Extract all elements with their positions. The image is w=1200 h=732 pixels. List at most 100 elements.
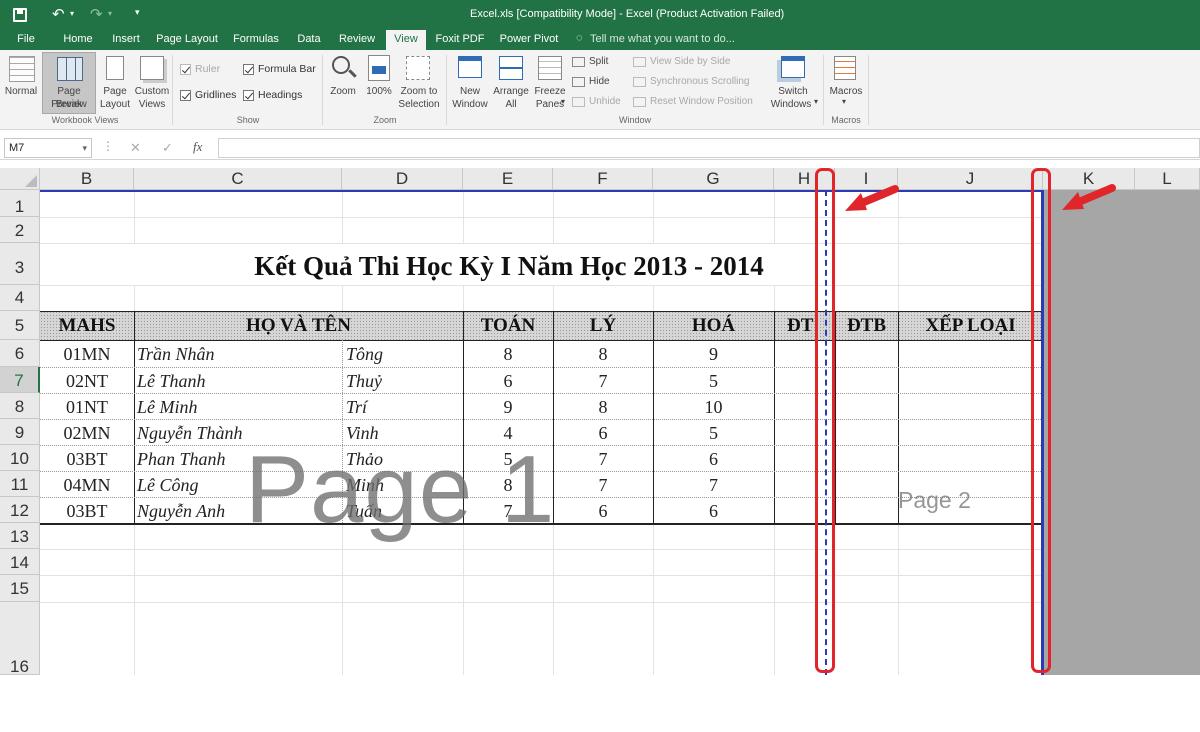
- cell-ly[interactable]: 6: [553, 419, 653, 448]
- cell-ho[interactable]: Phan Thanh: [137, 445, 226, 474]
- column-header-e[interactable]: E: [463, 168, 553, 190]
- page-layout-button[interactable]: Page Layout: [98, 53, 132, 113]
- sheet-title[interactable]: Kết Quả Thi Học Kỳ I Năm Học 2013 - 2014: [40, 243, 978, 285]
- synchronous-scrolling-button[interactable]: Synchronous Scrolling: [633, 76, 750, 87]
- cell-hoa[interactable]: 5: [653, 367, 774, 396]
- page-break-preview-button[interactable]: Page Break Preview: [42, 52, 96, 114]
- headings-checkbox[interactable]: Headings: [243, 89, 302, 101]
- hide-button[interactable]: Hide: [572, 76, 610, 87]
- cell-mahs[interactable]: 03BT: [40, 445, 134, 474]
- customize-icon[interactable]: ▾: [135, 7, 140, 18]
- row-header-14[interactable]: 14: [0, 549, 40, 575]
- tab-formulas[interactable]: Formulas: [228, 30, 284, 50]
- cell-mahs[interactable]: 01NT: [40, 393, 134, 422]
- tab-power-pivot[interactable]: Power Pivot: [496, 30, 562, 50]
- row-header-11[interactable]: 11: [0, 471, 40, 497]
- cell-mahs[interactable]: 03BT: [40, 497, 134, 526]
- enter-icon[interactable]: ✓: [162, 140, 173, 156]
- cell-ten[interactable]: Trí: [346, 393, 367, 422]
- tab-foxit-pdf[interactable]: Foxit PDF: [432, 30, 488, 50]
- tab-insert[interactable]: Insert: [106, 30, 146, 50]
- tell-me-box[interactable]: Tell me what you want to do...: [590, 30, 740, 50]
- cell-ho[interactable]: Nguyễn Anh: [137, 497, 225, 526]
- header-ly[interactable]: LÝ: [553, 311, 653, 340]
- arrange-all-button[interactable]: Arrange All: [491, 53, 531, 113]
- cell-ten[interactable]: Tông: [346, 340, 383, 369]
- row-header-12[interactable]: 12: [0, 497, 40, 523]
- cell-hoa[interactable]: 9: [653, 340, 774, 369]
- header-xep-loai[interactable]: XẾP LOẠI: [898, 311, 1043, 340]
- cell-ly[interactable]: 7: [553, 367, 653, 396]
- macros-button[interactable]: Macros ▾: [826, 53, 866, 113]
- freeze-panes-button[interactable]: Freeze Panes ▾: [532, 53, 568, 113]
- row-header-8[interactable]: 8: [0, 393, 40, 419]
- ruler-checkbox[interactable]: Ruler: [180, 63, 220, 75]
- save-icon[interactable]: [13, 8, 27, 22]
- tab-view[interactable]: View: [386, 30, 426, 50]
- name-box[interactable]: M7 ▾: [4, 138, 92, 158]
- gridlines-checkbox[interactable]: Gridlines: [180, 89, 236, 101]
- column-header-f[interactable]: F: [553, 168, 653, 190]
- reset-window-position-button[interactable]: Reset Window Position: [633, 96, 753, 107]
- cancel-icon[interactable]: ✕: [130, 140, 141, 156]
- cell-mahs[interactable]: 04MN: [40, 471, 134, 500]
- formula-input[interactable]: [218, 138, 1200, 158]
- normal-view-button[interactable]: Normal: [2, 53, 40, 113]
- tab-page-layout[interactable]: Page Layout: [152, 30, 222, 50]
- select-all-corner[interactable]: [0, 168, 40, 190]
- chevron-down-icon[interactable]: ▾: [82, 139, 87, 157]
- switch-windows-button[interactable]: Switch Windows ▾: [766, 53, 820, 113]
- unhide-button[interactable]: Unhide: [572, 96, 621, 107]
- tab-file[interactable]: File: [8, 30, 44, 50]
- undo-dropdown-icon[interactable]: ▾: [70, 9, 74, 18]
- header-ho-va-ten[interactable]: HỌ VÀ TÊN: [134, 311, 463, 340]
- cell-hoa[interactable]: 7: [653, 471, 774, 500]
- cell-ho[interactable]: Lê Công: [137, 471, 199, 500]
- view-side-by-side-button[interactable]: View Side by Side: [633, 56, 730, 67]
- zoom-button[interactable]: Zoom: [326, 53, 360, 113]
- row-header-5[interactable]: 5: [0, 311, 40, 340]
- row-header-15[interactable]: 15: [0, 575, 40, 602]
- cell-toan[interactable]: 6: [463, 367, 553, 396]
- column-header-c[interactable]: C: [134, 168, 342, 190]
- row-header-9[interactable]: 9: [0, 419, 40, 445]
- row-header-7[interactable]: 7: [0, 367, 40, 393]
- row-header-13[interactable]: 13: [0, 523, 40, 549]
- cell-mahs[interactable]: 01MN: [40, 340, 134, 369]
- cell-hoa[interactable]: 6: [653, 497, 774, 526]
- cell-mahs[interactable]: 02NT: [40, 367, 134, 396]
- column-header-l[interactable]: L: [1135, 168, 1200, 190]
- tab-home[interactable]: Home: [58, 30, 98, 50]
- lightbulb-icon[interactable]: ◌: [576, 32, 583, 44]
- column-header-g[interactable]: G: [653, 168, 774, 190]
- row-header-1[interactable]: 1: [0, 190, 40, 217]
- cell-ly[interactable]: 7: [553, 445, 653, 474]
- column-header-j[interactable]: J: [898, 168, 1043, 190]
- row-header-16[interactable]: 16: [0, 602, 40, 676]
- zoom-100-button[interactable]: 100%: [362, 53, 396, 113]
- undo-icon[interactable]: ↶: [52, 5, 65, 23]
- custom-views-button[interactable]: Custom Views: [133, 53, 171, 113]
- cell-toan[interactable]: 8: [463, 340, 553, 369]
- row-header-10[interactable]: 10: [0, 445, 40, 471]
- cell-ho[interactable]: Nguyễn Thành: [137, 419, 243, 448]
- header-dtb[interactable]: ĐTB: [835, 311, 898, 340]
- column-header-b[interactable]: B: [40, 168, 134, 190]
- row-header-4[interactable]: 4: [0, 285, 40, 311]
- fx-icon[interactable]: fx: [193, 139, 202, 155]
- row-header-6[interactable]: 6: [0, 340, 40, 367]
- redo-dropdown-icon[interactable]: ▾: [108, 9, 112, 18]
- cell-ly[interactable]: 7: [553, 471, 653, 500]
- formula-bar-checkbox[interactable]: Formula Bar: [243, 63, 316, 75]
- redo-icon[interactable]: ↷: [90, 5, 103, 23]
- cell-ho[interactable]: Lê Minh: [137, 393, 198, 422]
- column-header-d[interactable]: D: [342, 168, 463, 190]
- header-mahs[interactable]: MAHS: [40, 311, 134, 340]
- cell-hoa[interactable]: 10: [653, 393, 774, 422]
- tab-review[interactable]: Review: [334, 30, 380, 50]
- tab-data[interactable]: Data: [292, 30, 326, 50]
- more-options-icon[interactable]: ⋮: [102, 139, 114, 153]
- zoom-to-selection-button[interactable]: Zoom to Selection: [396, 53, 442, 113]
- cell-ly[interactable]: 8: [553, 340, 653, 369]
- header-toan[interactable]: TOÁN: [463, 311, 553, 340]
